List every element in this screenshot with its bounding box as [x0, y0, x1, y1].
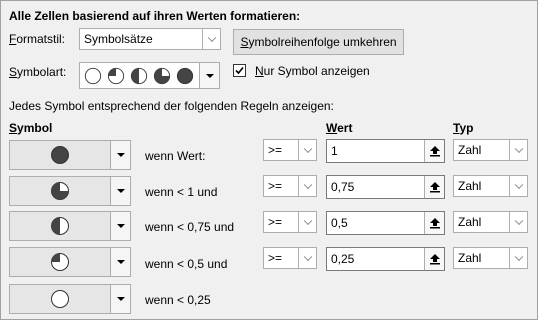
rule-3-type: Zahl	[458, 215, 482, 229]
reverse-icon-order-button[interactable]: Symbolreihenfolge umkehren	[233, 29, 404, 55]
empty-circle-icon	[84, 67, 102, 85]
dialog-panel: Alle Zellen basierend auf ihren Werten f…	[0, 0, 538, 320]
full-circle-icon	[176, 67, 194, 85]
rule-1-value: 1	[331, 144, 338, 158]
empty-circle-icon	[50, 289, 70, 309]
half-circle-icon	[130, 67, 148, 85]
rule-2-type: Zahl	[458, 179, 482, 193]
rule-4-operator: >=	[268, 251, 283, 265]
rule-2-value-input[interactable]: 0,75	[326, 175, 445, 199]
dropdown-arrow-icon[interactable]	[110, 212, 130, 240]
three-quarter-circle-icon	[153, 67, 171, 85]
rule-1-type: Zahl	[458, 143, 482, 157]
rule-4-type: Zahl	[458, 251, 482, 265]
rule-2-condition: wenn < 1 und	[145, 185, 218, 199]
chevron-down-icon[interactable]	[298, 140, 316, 160]
full-circle-icon	[50, 145, 70, 165]
rule-3-icon-select[interactable]	[9, 211, 131, 241]
rule-2-value: 0,75	[331, 180, 355, 194]
chevron-down-icon[interactable]	[509, 248, 527, 268]
icon-set-preview	[80, 63, 199, 88]
rule-5-condition: wenn < 0,25	[145, 293, 211, 307]
rule-3-type-select[interactable]: Zahl	[453, 211, 528, 233]
rule-5-icon-select[interactable]	[9, 284, 131, 314]
rule-3-operator: >=	[268, 215, 283, 229]
symbolart-label: Symbolart:	[9, 65, 67, 79]
column-header-wert: Wert	[326, 121, 353, 135]
rule-4-value-input[interactable]: 0,25	[326, 247, 445, 271]
rule-2-icon-select[interactable]	[9, 176, 131, 206]
icon-style-select[interactable]	[79, 62, 220, 89]
collapse-dialog-icon[interactable]	[424, 140, 444, 162]
chevron-down-icon[interactable]	[509, 140, 527, 160]
rule-2-operator: >=	[268, 179, 283, 193]
rule-3-value: 0,5	[331, 216, 348, 230]
chevron-down-icon[interactable]	[298, 176, 316, 196]
quarter-circle-icon	[50, 252, 70, 272]
chevron-down-icon[interactable]	[509, 212, 527, 232]
rule-4-condition: wenn < 0,5 und	[145, 257, 228, 271]
collapse-dialog-icon[interactable]	[424, 176, 444, 198]
chevron-down-icon[interactable]	[202, 29, 220, 49]
checkmark-icon	[235, 66, 244, 75]
collapse-dialog-icon[interactable]	[424, 212, 444, 234]
dropdown-arrow-icon[interactable]	[199, 63, 219, 88]
rule-1-value-input[interactable]: 1	[326, 139, 445, 163]
formatstil-select[interactable]: Symbolsätze	[79, 28, 221, 50]
rule-4-icon-select[interactable]	[9, 247, 131, 277]
dropdown-arrow-icon[interactable]	[110, 141, 130, 169]
quarter-circle-icon	[107, 67, 125, 85]
collapse-dialog-icon[interactable]	[424, 248, 444, 270]
dropdown-arrow-icon[interactable]	[110, 177, 130, 205]
rule-3-value-input[interactable]: 0,5	[326, 211, 445, 235]
chevron-down-icon[interactable]	[509, 176, 527, 196]
dialog-title: Alle Zellen basierend auf ihren Werten f…	[9, 9, 301, 23]
column-header-symbol: Symbol	[9, 121, 53, 135]
dropdown-arrow-icon[interactable]	[110, 285, 130, 313]
rule-1-icon-select[interactable]	[9, 140, 131, 170]
rule-1-type-select[interactable]: Zahl	[453, 139, 528, 161]
chevron-down-icon[interactable]	[298, 248, 316, 268]
column-header-typ: Typ	[453, 121, 474, 135]
only-symbol-checkbox[interactable]	[233, 64, 246, 77]
dropdown-arrow-icon[interactable]	[110, 248, 130, 276]
rule-4-type-select[interactable]: Zahl	[453, 247, 528, 269]
half-circle-icon	[50, 216, 70, 236]
rule-1-operator: >=	[268, 143, 283, 157]
chevron-down-icon[interactable]	[298, 212, 316, 232]
rule-3-condition: wenn < 0,75 und	[145, 220, 235, 234]
rule-3-operator-select[interactable]: >=	[263, 211, 317, 233]
only-symbol-label: Nur Symbol anzeigen	[255, 64, 370, 78]
formatstil-label: Formatstil:	[9, 32, 66, 46]
rule-2-operator-select[interactable]: >=	[263, 175, 317, 197]
rule-2-type-select[interactable]: Zahl	[453, 175, 528, 197]
three-quarter-circle-icon	[50, 181, 70, 201]
rule-1-operator-select[interactable]: >=	[263, 139, 317, 161]
rule-1-condition: wenn Wert:	[145, 149, 206, 163]
rules-intro: Jedes Symbol entsprechend der folgenden …	[9, 99, 334, 113]
formatstil-value: Symbolsätze	[84, 32, 153, 46]
rule-4-value: 0,25	[331, 252, 355, 266]
rule-4-operator-select[interactable]: >=	[263, 247, 317, 269]
